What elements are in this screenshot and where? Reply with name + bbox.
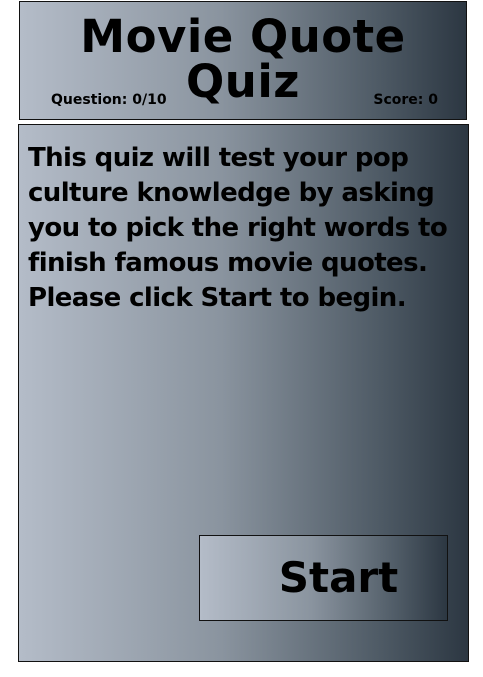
quiz-title: Movie Quote Quiz [80, 10, 406, 108]
header-panel: Movie Quote Quiz Question: 0/10 Score: 0 [19, 1, 467, 120]
quiz-content-panel: This quiz will test your pop culture kno… [18, 124, 469, 662]
intro-text: This quiz will test your pop culture kno… [28, 143, 448, 313]
score-counter: Score: 0 [373, 92, 438, 108]
start-button-label: Start [278, 553, 399, 602]
start-button[interactable]: Start [199, 535, 448, 621]
question-counter: Question: 0/10 [51, 92, 167, 108]
